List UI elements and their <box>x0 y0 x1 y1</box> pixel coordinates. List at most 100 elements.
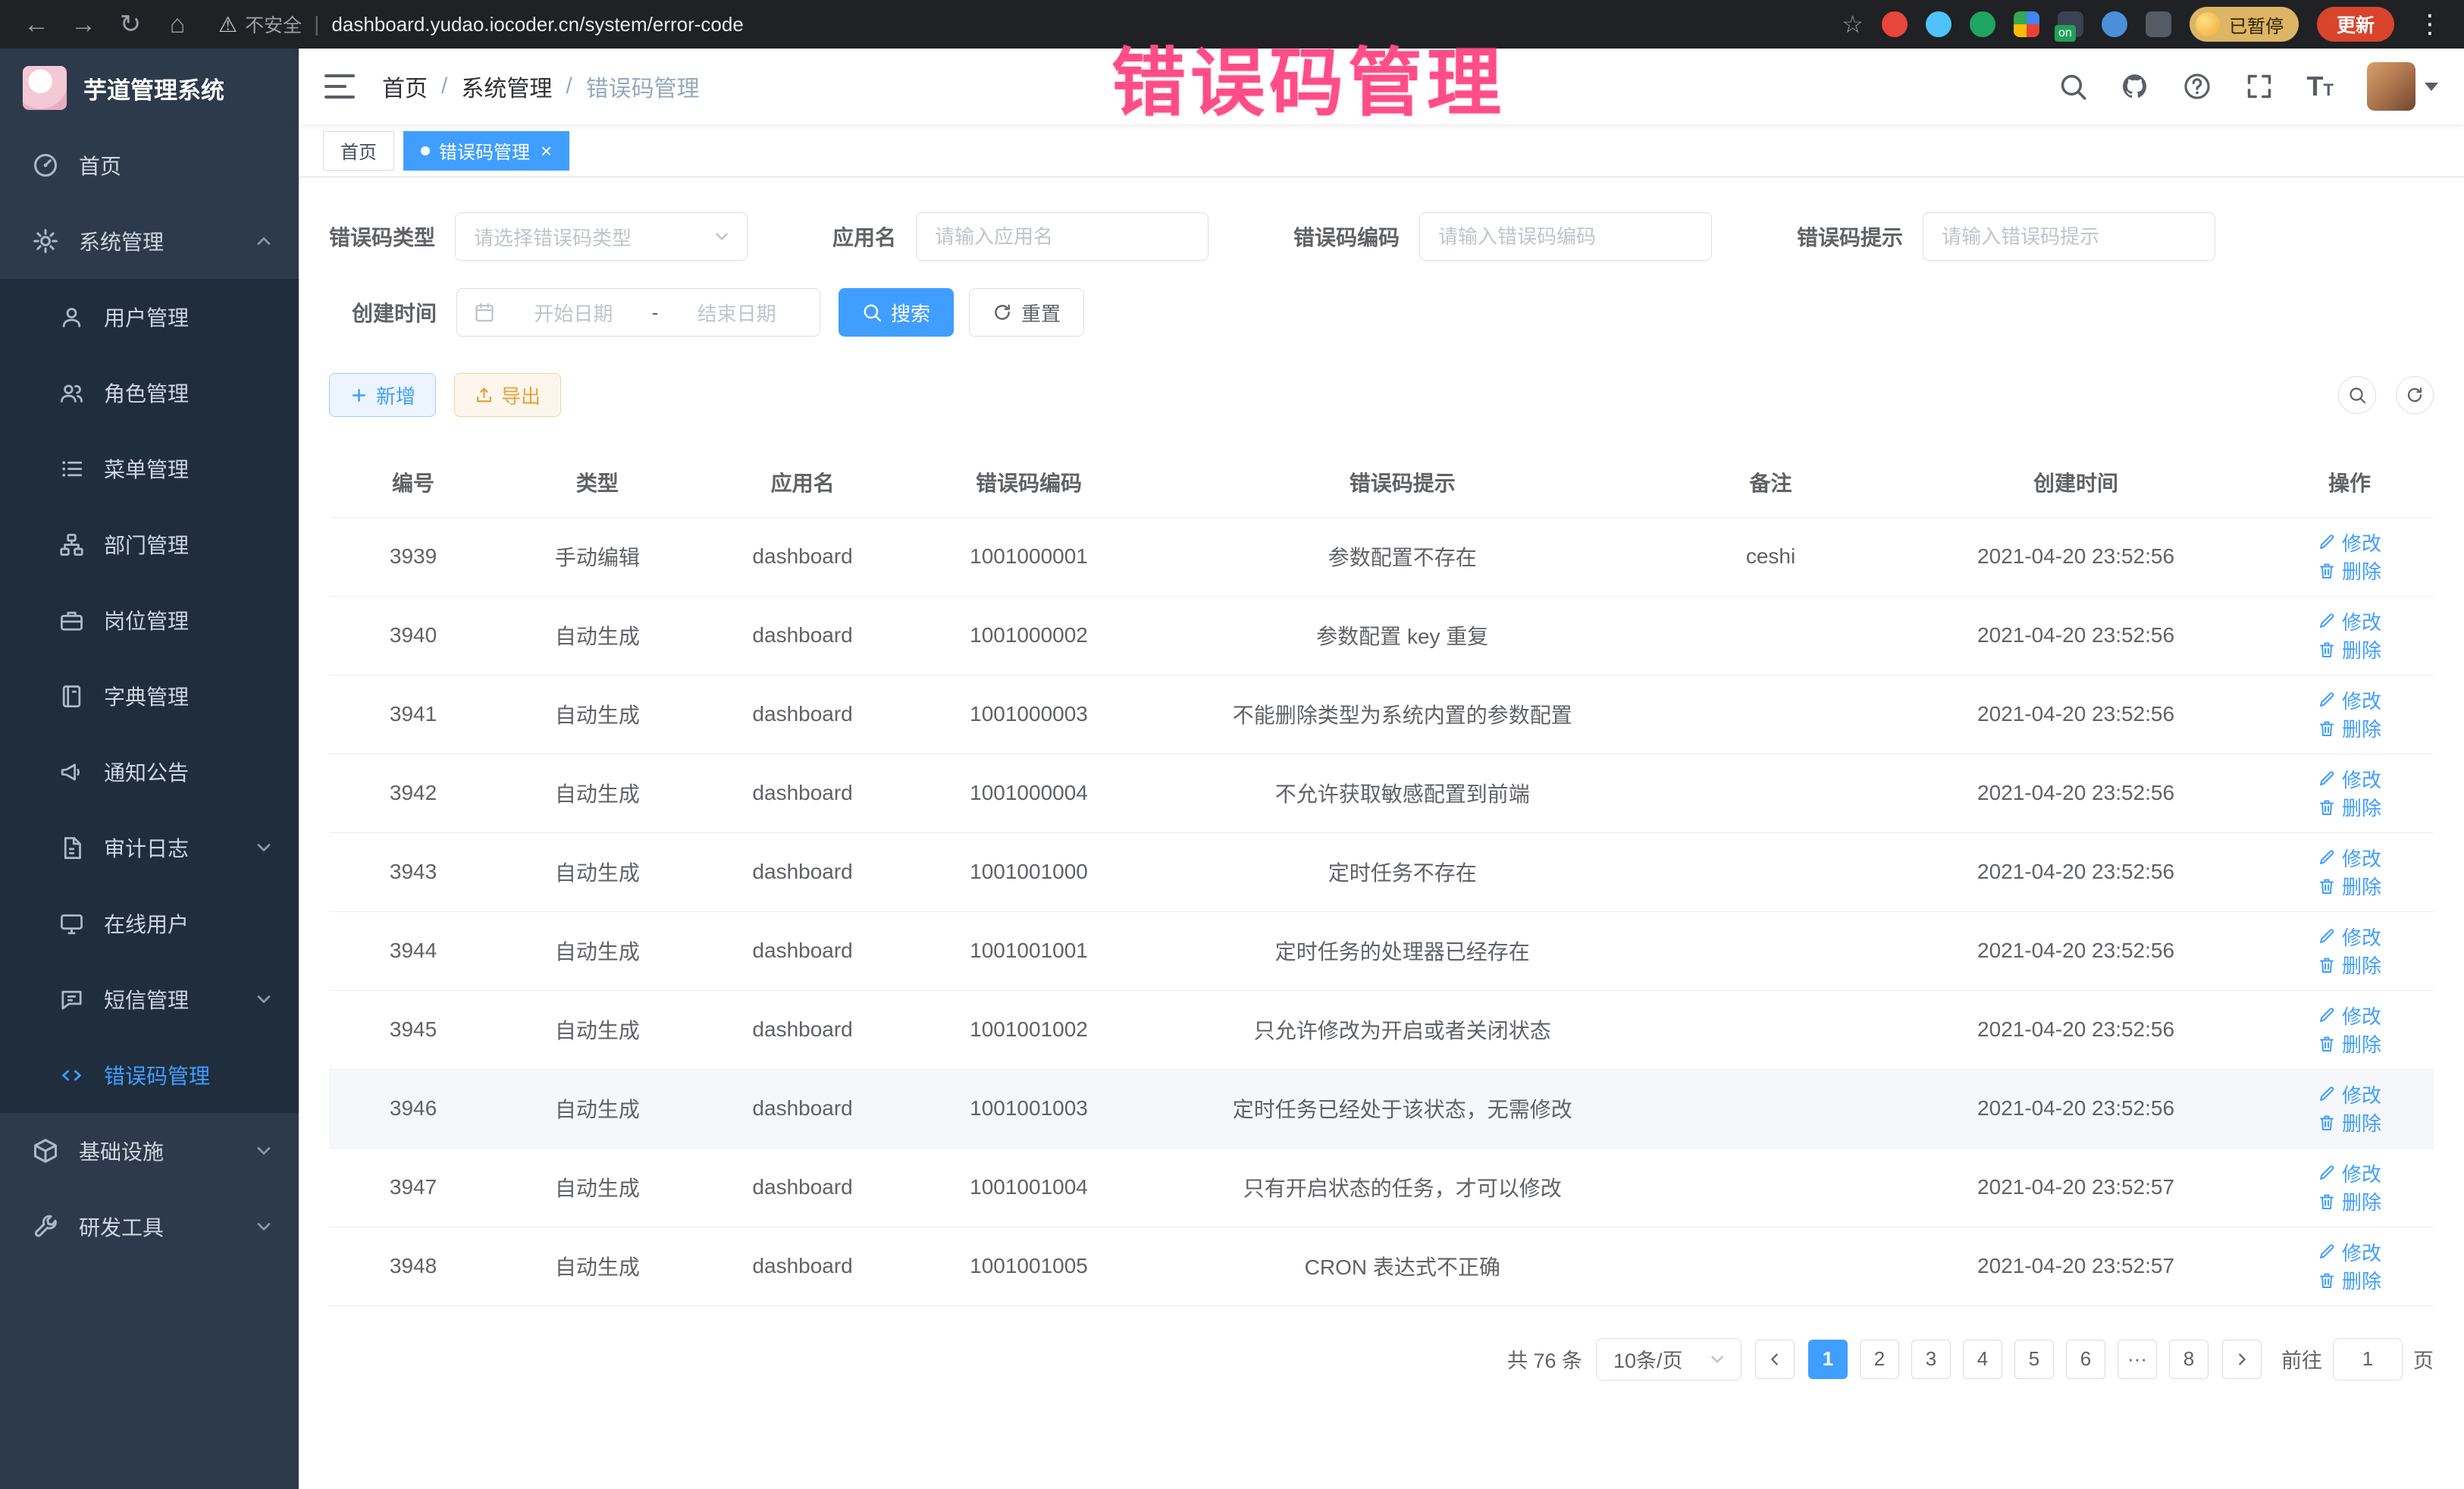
error-type-select[interactable]: 请选择错误码类型 <box>455 212 748 261</box>
cell-app: dashboard <box>698 596 908 675</box>
close-icon[interactable]: × <box>541 141 552 161</box>
sidebar-item-6[interactable]: 岗位管理 <box>0 582 299 658</box>
delete-link[interactable]: 删除 <box>2318 556 2381 585</box>
sidebar-item-13[interactable]: 基础设施 <box>0 1113 299 1189</box>
sidebar-item-9[interactable]: 审计日志 <box>0 810 299 886</box>
delete-link[interactable]: 删除 <box>2318 635 2381 663</box>
document-icon <box>59 835 84 860</box>
edit-link[interactable]: 修改 <box>2318 765 2381 793</box>
edit-link[interactable]: 修改 <box>2318 1002 2381 1030</box>
cell-code: 1001000004 <box>908 754 1149 832</box>
extension-icon-red[interactable] <box>1882 11 1908 37</box>
hamburger-icon[interactable] <box>324 74 355 99</box>
forward-icon[interactable]: → <box>64 5 103 44</box>
extension-icon-blue[interactable] <box>2102 11 2127 37</box>
tab-error-code[interactable]: 错误码管理 × <box>403 131 569 171</box>
sidebar-logo: 芋道管理系统 <box>0 49 299 127</box>
delete-link[interactable]: 删除 <box>2318 714 2381 742</box>
delete-link[interactable]: 删除 <box>2318 1030 2381 1058</box>
error-code-input[interactable] <box>1419 212 1712 261</box>
cell-actions: 修改 删除 <box>2265 754 2434 832</box>
browser-menu-icon[interactable]: ⋮ <box>2412 9 2447 39</box>
sidebar-item-1[interactable]: 系统管理 <box>0 203 299 279</box>
delete-link[interactable]: 删除 <box>2318 872 2381 900</box>
page-button[interactable]: 2 <box>1860 1340 1899 1379</box>
breadcrumb-system[interactable]: 系统管理 <box>461 70 552 103</box>
page-size-select[interactable]: 10条/页 <box>1596 1338 1741 1381</box>
question-icon[interactable] <box>2183 72 2212 101</box>
search-button[interactable]: 搜索 <box>839 288 954 337</box>
app-name-input[interactable] <box>916 212 1208 261</box>
export-button[interactable]: 导出 <box>454 373 561 417</box>
error-msg-input[interactable] <box>1923 212 2215 261</box>
sidebar-item-7[interactable]: 字典管理 <box>0 658 299 734</box>
page-button[interactable]: 5 <box>2014 1340 2054 1379</box>
sidebar-item-0[interactable]: 首页 <box>0 127 299 203</box>
table-header-cell: 错误码编码 <box>908 447 1149 517</box>
delete-link[interactable]: 删除 <box>2318 793 2381 821</box>
github-icon[interactable] <box>2121 72 2149 101</box>
cell-type: 自动生成 <box>497 911 698 990</box>
breadcrumb: 首页 / 系统管理 / 错误码管理 <box>382 70 700 103</box>
home-icon[interactable]: ⌂ <box>158 5 197 44</box>
delete-link[interactable]: 删除 <box>2318 1266 2381 1294</box>
sidebar-item-4[interactable]: 菜单管理 <box>0 431 299 506</box>
sidebar-item-10[interactable]: 在线用户 <box>0 886 299 961</box>
cell-type: 自动生成 <box>497 1069 698 1148</box>
page-button[interactable]: 3 <box>1911 1340 1951 1379</box>
edit-link[interactable]: 修改 <box>2318 528 2381 556</box>
goto-page-input[interactable] <box>2333 1338 2403 1381</box>
extension-icon-grid[interactable] <box>2014 11 2039 37</box>
edit-link[interactable]: 修改 <box>2318 844 2381 872</box>
sidebar-item-2[interactable]: 用户管理 <box>0 279 299 355</box>
sidebar-item-14[interactable]: 研发工具 <box>0 1189 299 1265</box>
sidebar-item-12[interactable]: 错误码管理 <box>0 1037 299 1113</box>
sidebar-item-8[interactable]: 通知公告 <box>0 734 299 810</box>
delete-link[interactable]: 删除 <box>2318 1108 2381 1136</box>
sidebar-item-5[interactable]: 部门管理 <box>0 506 299 582</box>
tab-home[interactable]: 首页 <box>323 131 394 171</box>
page-button-active[interactable]: 1 <box>1808 1340 1848 1379</box>
user-menu[interactable] <box>2367 62 2438 111</box>
address-bar[interactable]: ⚠ 不安全 | dashboard.yudao.iocoder.cn/syste… <box>218 11 744 38</box>
edit-link[interactable]: 修改 <box>2318 1238 2381 1266</box>
fullscreen-icon[interactable] <box>2245 72 2274 101</box>
cell-message: 定时任务的处理器已经存在 <box>1150 911 1655 990</box>
reload-icon[interactable]: ↻ <box>111 5 150 44</box>
sidebar-item-11[interactable]: 短信管理 <box>0 961 299 1037</box>
monitor-icon <box>59 911 84 936</box>
page-button[interactable]: 8 <box>2169 1340 2209 1379</box>
date-range-picker[interactable]: 开始日期 - 结束日期 <box>456 288 820 337</box>
toggle-search-button[interactable] <box>2338 376 2376 414</box>
extension-icon-teal[interactable] <box>1926 11 1951 37</box>
delete-link[interactable]: 删除 <box>2318 1187 2381 1215</box>
edit-link[interactable]: 修改 <box>2318 923 2381 951</box>
cell-id: 3947 <box>329 1148 497 1227</box>
breadcrumb-home[interactable]: 首页 <box>382 70 428 103</box>
page-button[interactable]: ··· <box>2118 1340 2157 1379</box>
edit-link[interactable]: 修改 <box>2318 607 2381 635</box>
page-button[interactable]: 4 <box>1963 1340 2002 1379</box>
bookmark-star-icon[interactable]: ☆ <box>1842 10 1864 39</box>
add-button[interactable]: 新增 <box>329 373 436 417</box>
extension-icon-pin[interactable] <box>2146 11 2171 37</box>
browser-update-button[interactable]: 更新 <box>2317 7 2394 42</box>
edit-link[interactable]: 修改 <box>2318 686 2381 714</box>
font-size-icon[interactable]: T T <box>2307 71 2334 102</box>
extension-icon-dark[interactable]: on <box>2058 11 2083 37</box>
page-button[interactable]: 6 <box>2066 1340 2105 1379</box>
edit-link[interactable]: 修改 <box>2318 1080 2381 1108</box>
extension-icon-green[interactable] <box>1970 11 1995 37</box>
reset-button[interactable]: 重置 <box>969 288 1084 337</box>
chevron-right-icon <box>2234 1351 2250 1368</box>
back-icon[interactable]: ← <box>17 5 56 44</box>
sidebar-item-3[interactable]: 角色管理 <box>0 355 299 431</box>
cell-remark <box>1655 990 1886 1069</box>
prev-page-button[interactable] <box>1755 1340 1795 1379</box>
edit-link[interactable]: 修改 <box>2318 1159 2381 1187</box>
profile-paused-badge[interactable]: 已暂停 <box>2190 7 2299 42</box>
refresh-table-button[interactable] <box>2396 376 2434 414</box>
search-icon[interactable] <box>2058 72 2087 101</box>
next-page-button[interactable] <box>2222 1340 2262 1379</box>
delete-link[interactable]: 删除 <box>2318 951 2381 979</box>
